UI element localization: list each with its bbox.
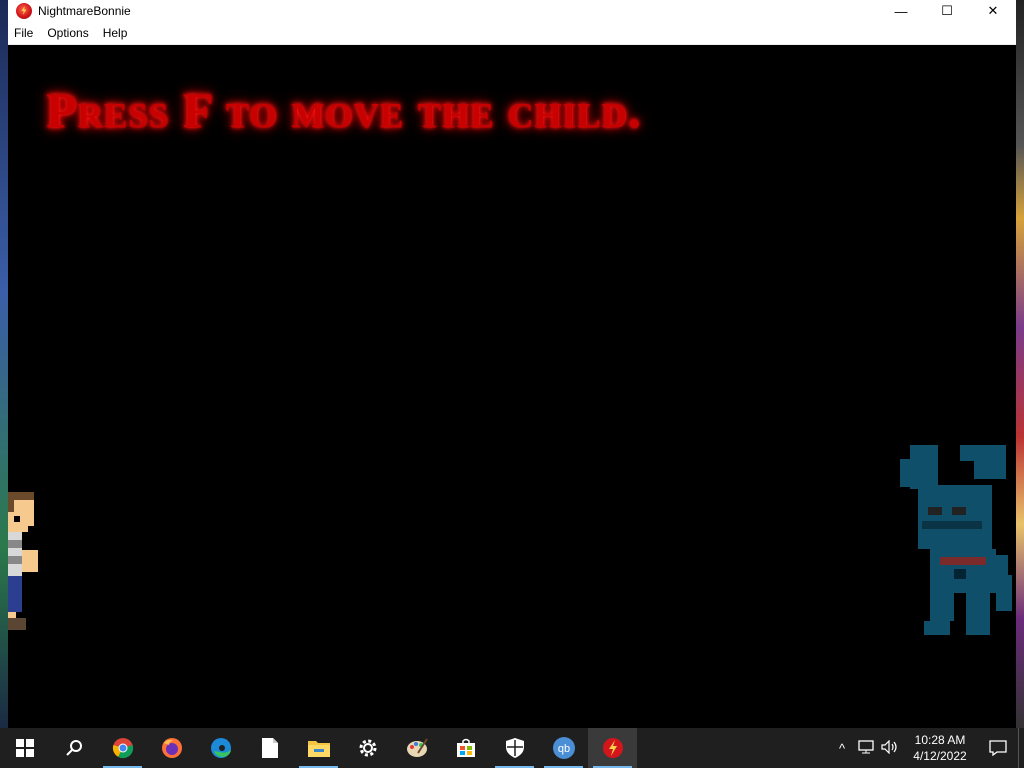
- store-icon[interactable]: [441, 728, 490, 768]
- bonnie-bowtie: [940, 557, 986, 565]
- title-bar[interactable]: NightmareBonnie — ☐ ✕: [8, 0, 1016, 22]
- clock-date: 4/12/2022: [913, 749, 967, 763]
- child-shirt: [8, 532, 22, 576]
- app-window: NightmareBonnie — ☐ ✕ File Options Help …: [8, 0, 1016, 728]
- bonnie-foot-left: [924, 621, 950, 635]
- system-tray: ^ 10:28 AM 4/12/2022: [830, 728, 1024, 768]
- bonnie-ear-right-tip: [974, 461, 1006, 479]
- child-face-upper: [14, 500, 34, 512]
- search-icon[interactable]: [49, 728, 98, 768]
- menu-options[interactable]: Options: [40, 22, 95, 44]
- nightmare-bonnie-sprite: [900, 445, 1016, 637]
- bonnie-arm-right: [986, 555, 1008, 575]
- instruction-text: Press F to move the child.: [46, 82, 642, 138]
- bonnie-leg-right: [966, 591, 990, 635]
- bonnie-belly-spot: [954, 569, 966, 579]
- child-hand: [22, 550, 38, 572]
- child-sprite: [8, 492, 42, 642]
- nightmarebonnie-app-icon[interactable]: [588, 728, 637, 768]
- child-shoe: [8, 618, 26, 630]
- settings-icon[interactable]: [343, 728, 392, 768]
- bonnie-head: [918, 485, 992, 549]
- bonnie-teeth: [922, 521, 982, 529]
- child-eye: [14, 516, 20, 522]
- notepad-icon[interactable]: [245, 728, 294, 768]
- game-canvas[interactable]: Press F to move the child.: [8, 45, 1016, 728]
- window-controls: — ☐ ✕: [878, 0, 1016, 22]
- menu-help[interactable]: Help: [96, 22, 135, 44]
- taskbar-clock[interactable]: 10:28 AM 4/12/2022: [906, 732, 974, 764]
- desktop-wallpaper-right: [1016, 0, 1024, 728]
- close-button[interactable]: ✕: [970, 0, 1016, 22]
- minimize-button[interactable]: —: [878, 0, 924, 22]
- bonnie-eye-left: [928, 507, 942, 515]
- firefox-icon[interactable]: [147, 728, 196, 768]
- show-desktop-button[interactable]: [1018, 728, 1024, 768]
- window-title: NightmareBonnie: [38, 4, 131, 18]
- taskbar: qb ^ 10:28 AM 4/12/2022: [0, 728, 1024, 768]
- desktop-wallpaper-left: [0, 0, 8, 728]
- child-shirt-stripe-2: [8, 556, 22, 564]
- bonnie-ear-left: [910, 445, 938, 489]
- paint-icon[interactable]: [392, 728, 441, 768]
- bonnie-ear-left-tip: [900, 459, 914, 487]
- menu-bar: File Options Help: [8, 22, 1016, 45]
- chevron-up-icon[interactable]: ^: [830, 741, 854, 756]
- menu-file[interactable]: File: [8, 22, 40, 44]
- file-explorer-icon[interactable]: [294, 728, 343, 768]
- qbittorrent-label: qb: [557, 743, 569, 755]
- child-pants: [8, 576, 22, 612]
- notification-icon[interactable]: [978, 728, 1018, 768]
- bonnie-leg-left: [930, 591, 954, 621]
- bonnie-eye-right: [952, 507, 966, 515]
- child-face: [8, 512, 34, 526]
- app-icon[interactable]: [16, 3, 32, 19]
- volume-icon[interactable]: [878, 739, 902, 757]
- chrome-icon[interactable]: [98, 728, 147, 768]
- child-shirt-stripe-1: [8, 540, 22, 548]
- maximize-button[interactable]: ☐: [924, 0, 970, 22]
- security-icon[interactable]: [490, 728, 539, 768]
- qbittorrent-icon[interactable]: qb: [539, 728, 588, 768]
- start-icon[interactable]: [0, 728, 49, 768]
- network-icon[interactable]: [854, 739, 878, 757]
- bonnie-hand-right: [996, 575, 1012, 611]
- clock-time: 10:28 AM: [914, 733, 966, 747]
- edge-icon[interactable]: [196, 728, 245, 768]
- bonnie-ear-right: [960, 445, 1006, 461]
